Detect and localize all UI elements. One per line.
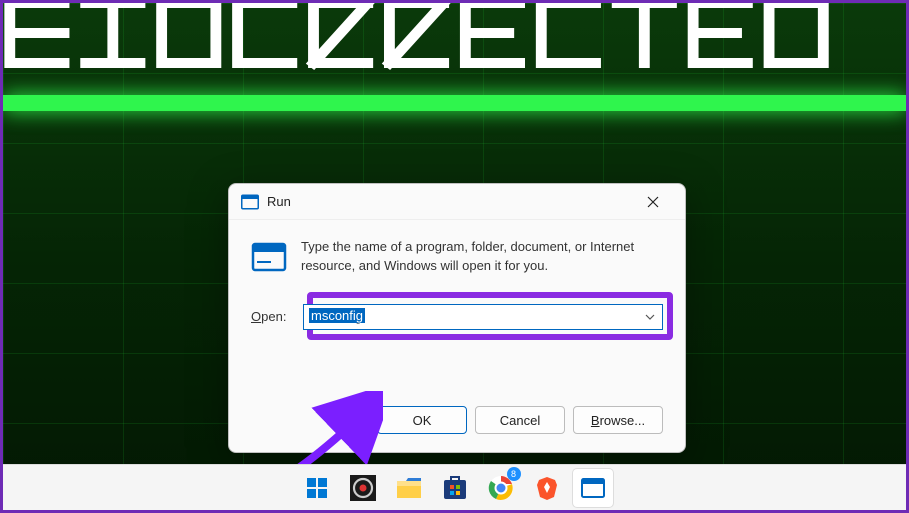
run-dialog: Run Type the name of a program, folder, … bbox=[228, 183, 686, 453]
dialog-description: Type the name of a program, folder, docu… bbox=[301, 238, 663, 276]
run-icon bbox=[251, 242, 287, 272]
taskbar-app-obs[interactable] bbox=[343, 469, 383, 507]
ok-button[interactable]: OK bbox=[377, 406, 467, 434]
run-taskbar-icon bbox=[581, 478, 605, 498]
taskbar-app-brave[interactable] bbox=[527, 469, 567, 507]
browse-button[interactable]: Browse... bbox=[573, 406, 663, 434]
close-button[interactable] bbox=[633, 188, 673, 216]
start-button[interactable] bbox=[297, 469, 337, 507]
open-label: Open: bbox=[251, 309, 293, 324]
cancel-button[interactable]: Cancel bbox=[475, 406, 565, 434]
taskbar-app-run-active[interactable] bbox=[573, 469, 613, 507]
browse-button-label: Browse... bbox=[591, 413, 645, 428]
close-icon bbox=[647, 196, 659, 208]
ok-button-label: OK bbox=[413, 413, 432, 428]
run-titlebar-icon bbox=[241, 194, 259, 210]
wallpaper-text bbox=[3, 3, 906, 93]
open-input[interactable] bbox=[303, 304, 663, 330]
chrome-badge: 8 bbox=[507, 467, 521, 481]
dialog-title: Run bbox=[267, 194, 633, 209]
titlebar[interactable]: Run bbox=[229, 184, 685, 220]
taskbar-app-store[interactable] bbox=[435, 469, 475, 507]
file-explorer-icon bbox=[396, 477, 422, 499]
open-combobox[interactable]: msconfig bbox=[303, 304, 663, 330]
brave-icon bbox=[536, 475, 558, 501]
ms-store-icon bbox=[442, 475, 468, 501]
taskbar-app-explorer[interactable] bbox=[389, 469, 429, 507]
taskbar: 8 bbox=[3, 464, 906, 510]
windows-icon bbox=[305, 476, 329, 500]
taskbar-app-chrome[interactable]: 8 bbox=[481, 469, 521, 507]
cancel-button-label: Cancel bbox=[500, 413, 540, 428]
wallpaper-green-bar bbox=[3, 95, 906, 111]
obs-icon bbox=[350, 475, 376, 501]
